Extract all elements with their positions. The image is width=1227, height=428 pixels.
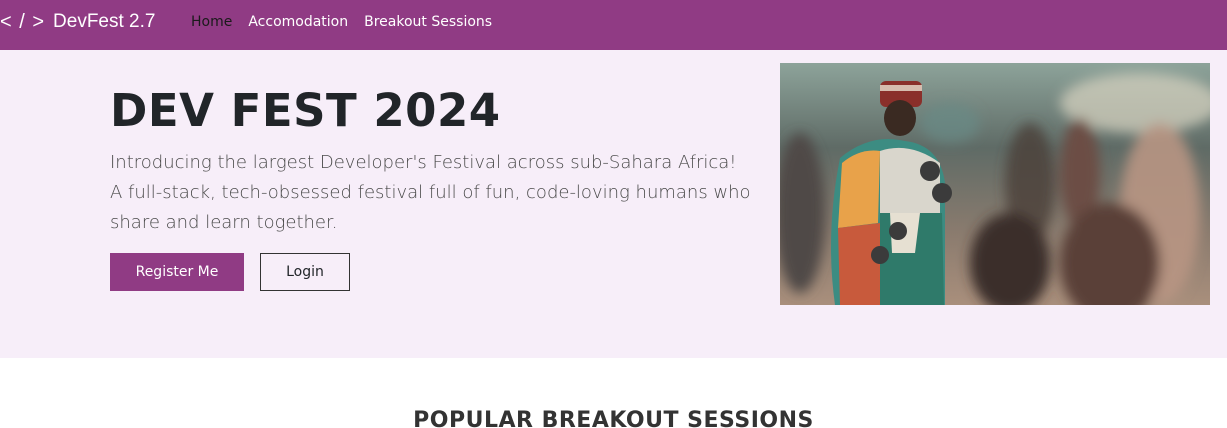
hero-lead: Introducing the largest Developer's Fest… [110, 148, 751, 238]
hero-title: DEV FEST 2024 [110, 84, 501, 137]
register-button[interactable]: Register Me [110, 253, 244, 291]
nav-link-accomodation[interactable]: Accomodation [248, 14, 348, 30]
hero-lead-line: Introducing the largest Developer's Fest… [110, 152, 737, 173]
brand-logo[interactable]: < / > DevFest 2.7 [0, 0, 155, 44]
nav-link-breakout-sessions[interactable]: Breakout Sessions [364, 14, 492, 30]
hero-lead-line: share and learn together. [110, 212, 338, 233]
nav-links: Home Accomodation Breakout Sessions [191, 0, 508, 44]
festival-photo [780, 63, 1210, 305]
nav-link-home[interactable]: Home [191, 14, 232, 30]
login-button[interactable]: Login [260, 253, 350, 291]
hero-lead-line: A full-stack, tech-obsessed festival ful… [110, 182, 751, 203]
hero-image [780, 63, 1210, 305]
brand-name: DevFest 2.7 [53, 11, 156, 32]
navbar: < / > DevFest 2.7 Home Accomodation Brea… [0, 0, 1227, 50]
hero-section: DEV FEST 2024 Introducing the largest De… [0, 50, 1227, 358]
popular-sessions-title: POPULAR BREAKOUT SESSIONS [413, 408, 814, 428]
code-icon: < / > [0, 10, 46, 33]
